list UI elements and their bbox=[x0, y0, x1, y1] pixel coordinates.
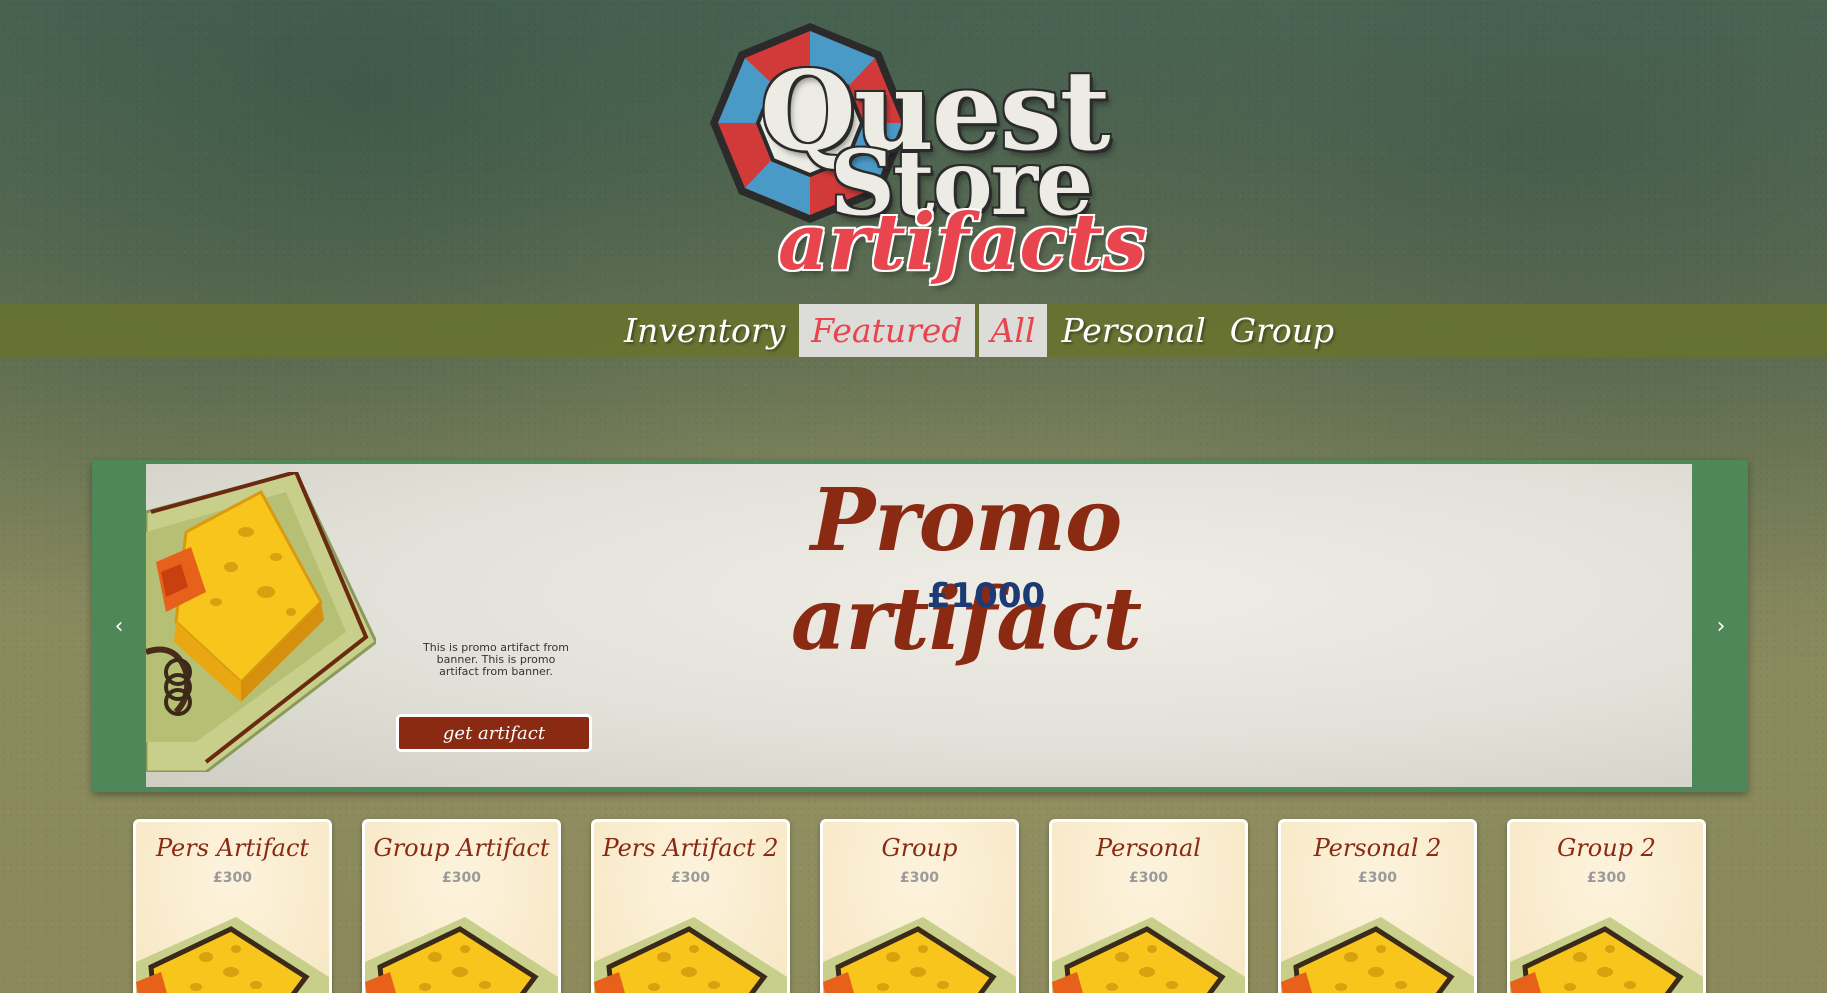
mousetrap-cheese-image bbox=[136, 917, 329, 993]
promo-description: This is promo artifact from banner. This… bbox=[423, 641, 569, 678]
mousetrap-cheese-image bbox=[1510, 917, 1703, 993]
artifact-card-title: Personal bbox=[1096, 834, 1201, 862]
chevron-left-icon: ‹ bbox=[114, 613, 124, 639]
carousel-prev-button[interactable]: ‹ bbox=[92, 460, 146, 792]
artifact-card-list: Pers Artifact £300 Group Artifact £300 P… bbox=[133, 819, 1706, 993]
artifact-card-title: Group bbox=[881, 834, 958, 862]
artifact-card-price: £300 bbox=[213, 870, 252, 886]
artifact-card-title: Pers Artifact bbox=[155, 834, 310, 862]
logo-subtitle: artifacts bbox=[778, 197, 1147, 288]
promo-price-value: £1000 bbox=[926, 576, 1046, 616]
artifact-card[interactable]: Group Artifact £300 bbox=[362, 819, 561, 993]
artifact-card-price: £300 bbox=[1587, 870, 1626, 886]
nav-item-inventory[interactable]: Inventory bbox=[612, 304, 797, 357]
artifact-card[interactable]: Personal £300 bbox=[1049, 819, 1248, 993]
artifact-card-title: Group Artifact bbox=[373, 834, 550, 862]
artifact-card-price: £300 bbox=[671, 870, 710, 886]
chevron-right-icon: › bbox=[1716, 613, 1726, 639]
nav-item-group[interactable]: Group bbox=[1218, 304, 1346, 357]
nav-item-personal[interactable]: Personal bbox=[1049, 304, 1217, 357]
nav-item-all[interactable]: All bbox=[978, 304, 1048, 357]
carousel-next-button[interactable]: › bbox=[1694, 460, 1748, 792]
nav-menu: Inventory Featured All Personal Group bbox=[612, 304, 1346, 357]
nav-item-featured[interactable]: Featured bbox=[799, 304, 975, 357]
artifact-card[interactable]: Pers Artifact £300 bbox=[133, 819, 332, 993]
promo-carousel: ‹ Promo artifact £1000 This is promo art… bbox=[92, 460, 1748, 792]
get-artifact-button[interactable]: get artifact bbox=[396, 714, 592, 752]
artifact-card-price: £300 bbox=[900, 870, 939, 886]
mousetrap-cheese-image bbox=[594, 917, 787, 993]
artifact-card[interactable]: Personal 2 £300 bbox=[1278, 819, 1477, 993]
artifact-card-price: £300 bbox=[1129, 870, 1168, 886]
artifact-card-price: £300 bbox=[1358, 870, 1397, 886]
mousetrap-cheese-image bbox=[1281, 917, 1474, 993]
artifact-card-title: Group 2 bbox=[1557, 834, 1656, 862]
promo-slide: Promo artifact £1000 This is promo artif… bbox=[146, 464, 1692, 787]
artifact-card[interactable]: Group £300 bbox=[820, 819, 1019, 993]
quest-store-logo: Quest Store artifacts bbox=[700, 8, 1147, 308]
mousetrap-cheese-image bbox=[146, 472, 376, 772]
artifact-card-price: £300 bbox=[442, 870, 481, 886]
mousetrap-cheese-image bbox=[365, 917, 558, 993]
artifact-card[interactable]: Group 2 £300 bbox=[1507, 819, 1706, 993]
mousetrap-cheese-image bbox=[823, 917, 1016, 993]
promo-title: Promo artifact bbox=[790, 470, 1142, 670]
artifact-card-title: Pers Artifact 2 bbox=[602, 834, 779, 862]
artifact-card[interactable]: Pers Artifact 2 £300 bbox=[591, 819, 790, 993]
artifact-card-title: Personal 2 bbox=[1313, 834, 1442, 862]
mousetrap-cheese-image bbox=[1052, 917, 1245, 993]
